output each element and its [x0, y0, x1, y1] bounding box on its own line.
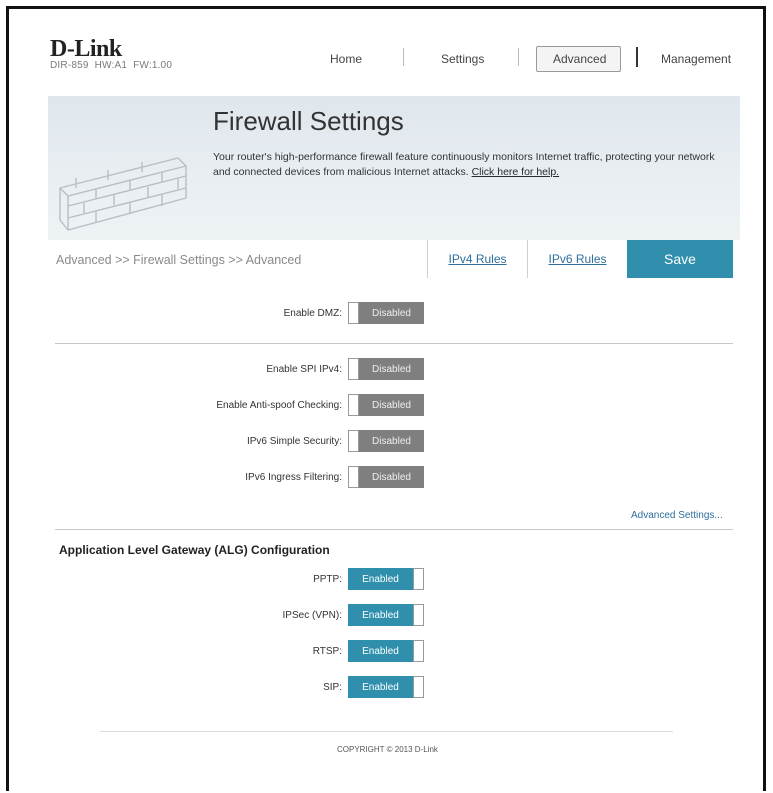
ipv6-simple-security-label: IPv6 Simple Security:: [246, 436, 342, 447]
toggle-state: Disabled: [359, 430, 424, 452]
rtsp-toggle[interactable]: Enabled: [348, 640, 424, 662]
toggle-state: Disabled: [359, 358, 424, 380]
rtsp-label: RTSP:: [312, 646, 342, 657]
nav-separator: [636, 47, 638, 67]
anti-spoof-toggle[interactable]: Disabled: [348, 394, 424, 416]
spi-ipv4-label: Enable SPI IPv4:: [266, 364, 342, 375]
page-title: Firewall Settings: [213, 106, 404, 136]
dlink-logo: D-Link: [50, 36, 122, 62]
model-text: DIR-859: [50, 60, 89, 71]
toggle-knob: [348, 394, 359, 416]
copyright-text: COPYRIGHT © 2013 D-Link: [337, 745, 438, 754]
divider: [55, 343, 733, 344]
help-link[interactable]: Click here for help.: [472, 166, 560, 178]
toggle-state: Enabled: [348, 568, 413, 590]
device-info: DIR-859 HW:A1 FW:1.00: [50, 60, 172, 71]
alg-section-title: Application Level Gateway (ALG) Configur…: [59, 543, 330, 557]
nav-separator: [518, 48, 519, 66]
toggle-state: Enabled: [348, 676, 413, 698]
toggle-state: Disabled: [359, 466, 424, 488]
ipsec-toggle[interactable]: Enabled: [348, 604, 424, 626]
hw-version: HW:A1: [94, 60, 128, 71]
toggle-knob: [413, 676, 424, 698]
toggle-knob: [348, 358, 359, 380]
sip-toggle[interactable]: Enabled: [348, 676, 424, 698]
ipv6-ingress-filtering-toggle[interactable]: Disabled: [348, 466, 424, 488]
fw-version: FW:1.00: [133, 60, 173, 71]
advanced-settings-link[interactable]: Advanced Settings...: [631, 510, 723, 521]
ipv6-simple-security-toggle[interactable]: Disabled: [348, 430, 424, 452]
dmz-toggle[interactable]: Disabled: [348, 302, 424, 324]
toggle-state: Disabled: [359, 302, 424, 324]
toggle-state: Enabled: [348, 640, 413, 662]
footer-divider: [100, 731, 673, 732]
save-button[interactable]: Save: [627, 240, 733, 278]
sip-label: SIP:: [323, 682, 342, 693]
nav-settings[interactable]: Settings: [441, 52, 484, 66]
nav-separator: [403, 48, 404, 66]
description-text: Your router's high-performance firewall …: [213, 151, 715, 178]
toggle-knob: [413, 568, 424, 590]
pptp-label: PPTP:: [313, 574, 342, 585]
ipv6-ingress-filtering-label: IPv6 Ingress Filtering:: [245, 472, 342, 483]
dmz-label: Enable DMZ:: [283, 308, 342, 319]
toggle-knob: [348, 466, 359, 488]
brick-wall-icon: [59, 157, 187, 231]
spi-ipv4-toggle[interactable]: Disabled: [348, 358, 424, 380]
toggle-knob: [348, 430, 359, 452]
toggle-knob: [413, 604, 424, 626]
toggle-knob: [413, 640, 424, 662]
banner-description: Your router's high-performance firewall …: [213, 150, 723, 180]
anti-spoof-label: Enable Anti-spoof Checking:: [216, 400, 342, 411]
toggle-knob: [348, 302, 359, 324]
nav-management[interactable]: Management: [661, 52, 731, 66]
toggle-state: Disabled: [359, 394, 424, 416]
nav-home[interactable]: Home: [330, 52, 362, 66]
pptp-toggle[interactable]: Enabled: [348, 568, 424, 590]
divider: [55, 529, 733, 530]
breadcrumb: Advanced >> Firewall Settings >> Advance…: [56, 253, 302, 267]
tab-ipv4-rules[interactable]: IPv4 Rules: [427, 240, 527, 278]
ipsec-label: IPSec (VPN):: [282, 610, 342, 621]
tab-ipv6-rules[interactable]: IPv6 Rules: [527, 240, 627, 278]
nav-advanced[interactable]: Advanced: [553, 52, 606, 66]
toggle-state: Enabled: [348, 604, 413, 626]
